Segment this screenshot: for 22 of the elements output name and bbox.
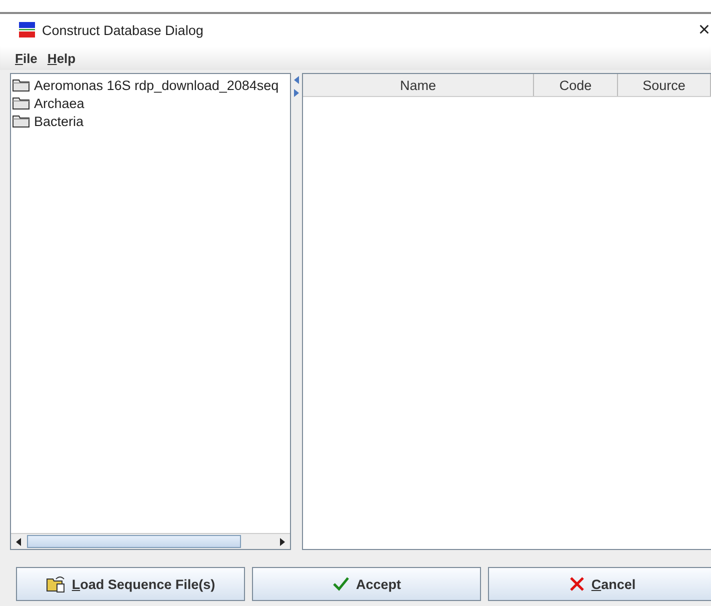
accept-button[interactable]: Accept [252,567,481,601]
folder-open-icon [46,575,66,593]
close-button[interactable]: × [698,20,710,40]
folder-icon [12,96,30,110]
column-header[interactable]: Code [534,74,618,96]
tree-item[interactable]: Archaea [11,94,290,112]
tree-item[interactable]: Bacteria [11,112,290,130]
app-logo-icon [18,21,36,39]
load-button[interactable]: Load Sequence File(s) [16,567,245,601]
window-title: Construct Database Dialog [42,22,204,38]
horizontal-scrollbar[interactable] [11,533,290,549]
tree-item[interactable]: Aeromonas 16S rdp_download_2084seq [11,76,290,94]
menu-item[interactable]: File [11,48,42,68]
close-icon [569,576,586,592]
column-header[interactable]: Source [618,74,711,96]
checkmark-icon [332,576,350,592]
menu-item[interactable]: Help [43,48,80,68]
splitter-arrows-icon[interactable] [292,75,300,97]
cancel-button[interactable]: Cancel [488,567,711,601]
folder-icon [12,114,30,128]
folder-icon [12,78,30,92]
column-header[interactable]: Name [303,74,534,96]
